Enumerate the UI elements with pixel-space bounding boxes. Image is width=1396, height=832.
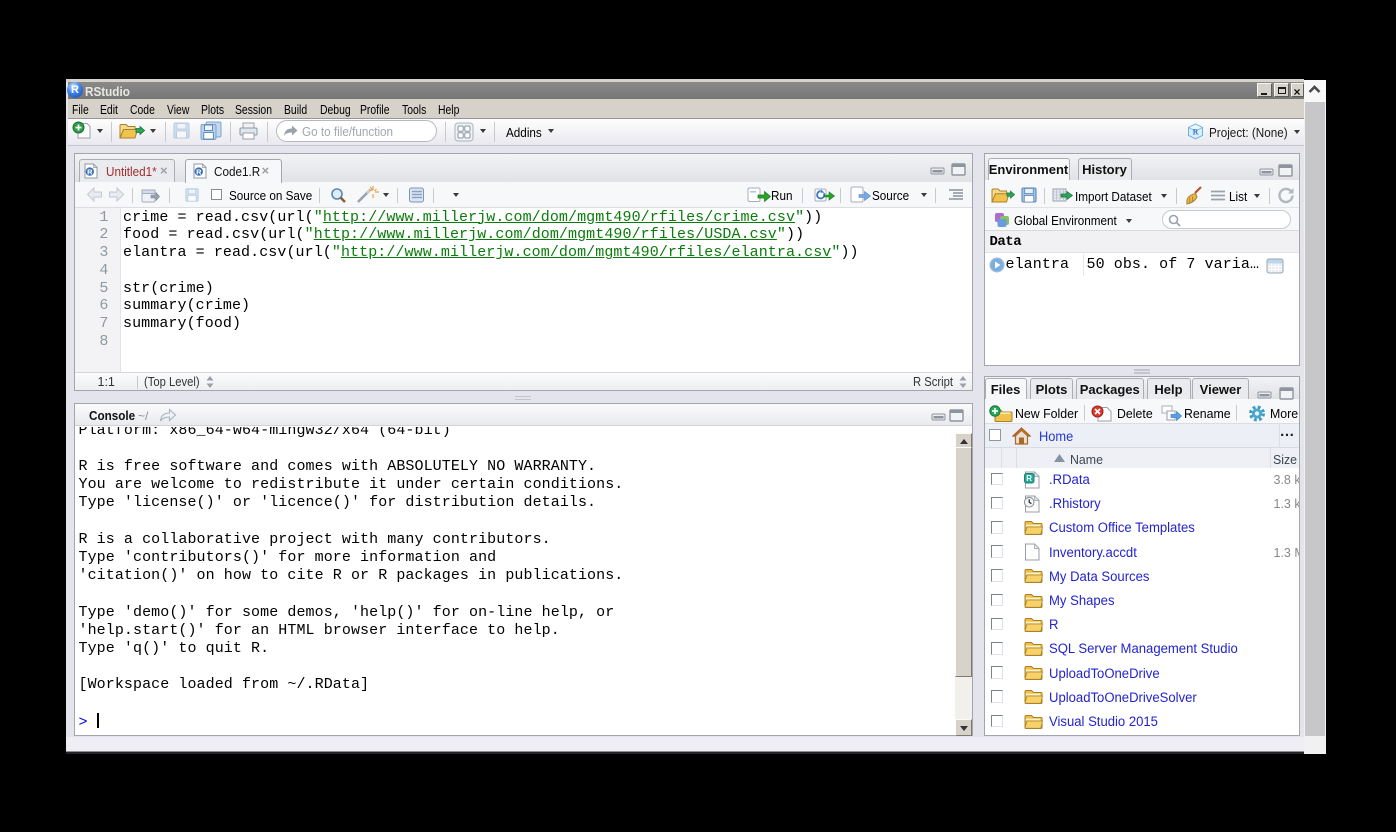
svg-text:R: R [1193, 128, 1199, 137]
svg-text:R: R [87, 168, 93, 177]
svg-text:R: R [196, 168, 202, 177]
